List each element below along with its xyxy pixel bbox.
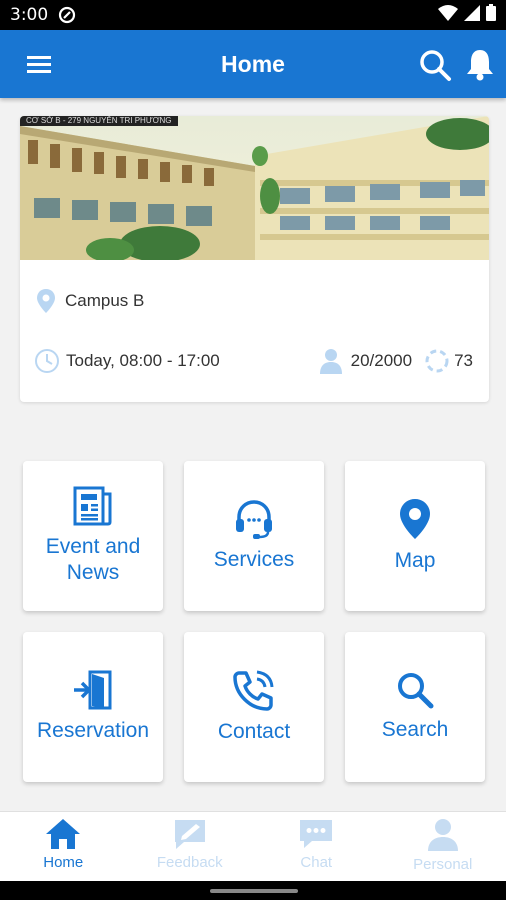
- bottom-navigation: Home Feedback Chat Personal: [0, 811, 506, 881]
- search-icon: [398, 673, 434, 709]
- photo-caption: CƠ SỞ B - 279 NGUYỄN TRI PHƯƠNG: [20, 116, 178, 126]
- tile-map[interactable]: Map: [345, 461, 485, 611]
- nav-feedback[interactable]: Feedback: [127, 812, 254, 881]
- wifi-icon: [438, 4, 458, 26]
- feedback-icon: [174, 820, 205, 849]
- clock-icon: [35, 349, 59, 373]
- event-stats: 20/2000 73: [319, 348, 473, 374]
- refresh-icon: [425, 349, 449, 373]
- campus-photo: CƠ SỞ B - 279 NGUYỄN TRI PHƯƠNG: [20, 116, 489, 260]
- tile-label-line1: Event and: [45, 535, 141, 558]
- tile-label: Reservation: [36, 719, 150, 742]
- home-icon: [46, 819, 81, 849]
- search-icon: [420, 50, 451, 81]
- nav-label: Chat: [300, 854, 333, 871]
- nav-home[interactable]: Home: [0, 812, 127, 881]
- app-bar: Home: [0, 30, 506, 98]
- tile-label-line2: News: [66, 561, 120, 584]
- person-icon: [427, 819, 458, 851]
- event-location: Campus B: [36, 288, 144, 314]
- tile-reservation[interactable]: Reservation: [23, 632, 163, 782]
- person-icon: [319, 349, 342, 374]
- nav-chat[interactable]: Chat: [253, 812, 380, 881]
- data-saver-icon: [58, 6, 76, 24]
- newspaper-icon: [73, 486, 112, 526]
- location-pin-icon: [37, 289, 55, 313]
- tile-label: Search: [381, 718, 449, 741]
- notification-button[interactable]: [464, 47, 496, 81]
- status-bar: 3:00: [0, 0, 506, 30]
- search-button[interactable]: [418, 48, 452, 82]
- tile-label: Map: [394, 549, 436, 572]
- tile-services[interactable]: Services: [184, 461, 324, 611]
- status-time: 3:00: [10, 5, 49, 25]
- menu-button[interactable]: [22, 50, 56, 78]
- signal-icon: [464, 4, 480, 26]
- location-label: Campus B: [65, 291, 145, 310]
- chat-icon: [300, 820, 333, 848]
- tile-label: Services: [213, 548, 295, 571]
- event-time: Today, 08:00 - 17:00: [34, 348, 220, 374]
- tile-event-and-news[interactable]: Event and News: [23, 461, 163, 611]
- tile-label: Event and News: [46, 534, 141, 586]
- time-label: Today, 08:00 - 17:00: [66, 351, 220, 370]
- login-door-icon: [74, 670, 112, 710]
- tile-search[interactable]: Search: [345, 632, 485, 782]
- count-label: 73: [454, 351, 473, 370]
- map-pin-icon: [400, 499, 430, 539]
- phone-ringing-icon: [233, 670, 274, 711]
- battery-icon: [486, 4, 496, 26]
- nav-label: Personal: [413, 856, 473, 873]
- attendance-label: 20/2000: [350, 351, 413, 370]
- event-card[interactable]: CƠ SỞ B - 279 NGUYỄN TRI PHƯƠNG Campus B…: [20, 116, 489, 402]
- hamburger-menu-icon: [27, 56, 51, 73]
- tile-contact[interactable]: Contact: [184, 632, 324, 782]
- bell-icon: [467, 50, 493, 81]
- nav-label: Feedback: [156, 854, 223, 871]
- nav-personal[interactable]: Personal: [380, 812, 506, 881]
- tile-label: Contact: [217, 720, 291, 743]
- system-gesture-bar: [0, 881, 506, 900]
- home-gesture-handle[interactable]: [210, 889, 298, 893]
- nav-label: Home: [43, 854, 84, 871]
- headset-icon: [236, 500, 272, 539]
